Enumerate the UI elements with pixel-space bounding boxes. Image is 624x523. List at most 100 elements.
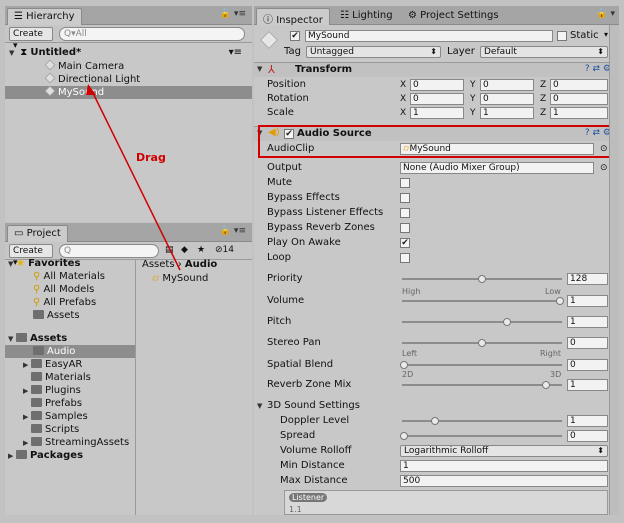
rotation-z-field[interactable]: 0 xyxy=(550,93,608,105)
collapsed-arrow-icon[interactable]: ▶ xyxy=(23,359,31,372)
volume-field[interactable]: 1 xyxy=(567,295,608,307)
static-dropdown-icon[interactable]: ▾ xyxy=(604,30,608,39)
asset-folder-scripts[interactable]: Scripts xyxy=(31,423,135,436)
asset-folder-materials[interactable]: Materials xyxy=(31,371,135,384)
transform-header[interactable]: ▼ ⅄ Transform ? ⇄ ⚙ xyxy=(254,62,619,77)
priority-field[interactable]: 128 xyxy=(567,273,608,285)
stereo-pan-slider-thumb[interactable] xyxy=(478,339,486,347)
scale-y-field[interactable]: 1 xyxy=(480,107,534,119)
create-button[interactable]: Create ▾ xyxy=(9,27,53,51)
expand-arrow-icon[interactable]: ▼ xyxy=(8,258,16,271)
hierarchy-item-main-camera[interactable]: Main Camera xyxy=(5,59,252,73)
hierarchy-item-mysound[interactable]: MySound xyxy=(5,85,252,99)
layer-dropdown[interactable]: Default ⬍ xyxy=(480,46,608,58)
hidden-packages-icon[interactable]: ⊘14 xyxy=(215,245,234,255)
favorite-item[interactable]: ⚲ All Prefabs xyxy=(33,296,135,309)
tab-inspector[interactable]: ⓘ Inspector xyxy=(256,8,330,26)
asset-folder-plugins[interactable]: ▶ Plugins xyxy=(23,384,135,397)
stereo-pan-field[interactable]: 0 xyxy=(567,337,608,349)
play-on-awake-checkbox[interactable]: ✔ xyxy=(400,238,410,248)
sound-3d-header[interactable]: ▼ 3D Sound Settings xyxy=(254,399,619,413)
min-distance-field[interactable]: 1 xyxy=(400,460,608,472)
tab-project[interactable]: ▭ Project xyxy=(7,225,68,242)
expand-arrow-icon[interactable]: ▼ xyxy=(257,399,265,413)
panel-menu-icon[interactable]: 🔒 ▾≡ xyxy=(220,9,246,19)
favorite-star-icon[interactable]: ★ xyxy=(197,245,205,255)
spread-slider-track[interactable] xyxy=(402,435,562,437)
search-input[interactable]: Q xyxy=(59,244,159,258)
breadcrumb-audio[interactable]: Audio xyxy=(185,259,217,270)
bypass-effects-checkbox[interactable] xyxy=(400,193,410,203)
static-checkbox[interactable] xyxy=(557,31,567,41)
asset-folder-prefabs[interactable]: Prefabs xyxy=(31,397,135,410)
pitch-slider-track[interactable] xyxy=(402,321,562,323)
collapsed-arrow-icon[interactable]: ▶ xyxy=(8,450,16,463)
scale-z-field[interactable]: 1 xyxy=(550,107,608,119)
reverb-zone-mix-field[interactable]: 1 xyxy=(567,379,608,391)
object-picker-icon[interactable]: ⊙ xyxy=(600,161,608,175)
reverb-zone-mix-slider-track[interactable] xyxy=(402,384,562,386)
mute-checkbox[interactable] xyxy=(400,178,410,188)
rolloff-graph[interactable]: Listener 1.1 xyxy=(284,490,608,515)
loop-checkbox[interactable] xyxy=(400,253,410,263)
rotation-x-field[interactable]: 0 xyxy=(410,93,464,105)
spatial-blend-field[interactable]: 0 xyxy=(567,359,608,371)
collapsed-arrow-icon[interactable]: ▶ xyxy=(23,411,31,424)
assets-root-row[interactable]: ▼ Assets xyxy=(8,332,135,345)
position-x-field[interactable]: 0 xyxy=(410,79,464,91)
scene-menu-icon[interactable]: ▾≡ xyxy=(229,46,242,59)
spread-field[interactable]: 0 xyxy=(567,430,608,442)
rotation-y-field[interactable]: 0 xyxy=(480,93,534,105)
position-z-field[interactable]: 0 xyxy=(550,79,608,91)
doppler-slider-thumb[interactable] xyxy=(431,417,440,425)
active-checkbox[interactable]: ✔ xyxy=(290,31,300,41)
doppler-field[interactable]: 1 xyxy=(567,415,608,427)
hierarchy-item-directional-light[interactable]: Directional Light xyxy=(5,72,252,86)
reverb-zone-mix-slider-thumb[interactable] xyxy=(541,381,550,389)
asset-folder-easyar[interactable]: ▶ EasyAR xyxy=(23,358,135,371)
volume-rolloff-dropdown[interactable]: Logarithmic Rolloff ⬍ xyxy=(400,445,608,457)
spatial-blend-slider-thumb[interactable] xyxy=(400,361,408,369)
volume-slider-track[interactable] xyxy=(402,300,562,302)
component-menu-icons[interactable]: ? ⇄ ⚙ xyxy=(585,64,611,74)
spatial-blend-slider-track[interactable] xyxy=(402,364,562,366)
panel-menu-icon[interactable]: 🔒 ▾ xyxy=(596,9,615,19)
pitch-slider-thumb[interactable] xyxy=(502,318,511,326)
max-distance-field[interactable]: 500 xyxy=(400,475,608,487)
object-name-field[interactable]: MySound xyxy=(305,30,553,42)
panel-menu-icon[interactable]: 🔒 ▾≡ xyxy=(220,226,246,236)
position-y-field[interactable]: 0 xyxy=(480,79,534,91)
favorite-item[interactable]: ⚲ All Models xyxy=(33,283,135,296)
priority-slider-thumb[interactable] xyxy=(478,275,486,283)
bypass-reverb-zones-checkbox[interactable] xyxy=(400,223,410,233)
tab-project-settings[interactable]: ⚙ Project Settings xyxy=(402,8,505,25)
filter-label-icon[interactable]: ◆ xyxy=(181,245,188,255)
asset-file-mysound[interactable]: ⌭ MySound xyxy=(152,272,252,285)
collapsed-arrow-icon[interactable]: ▶ xyxy=(23,385,31,398)
inspector-scrollbar[interactable] xyxy=(609,25,619,515)
packages-root-row[interactable]: ▶ Packages xyxy=(8,449,135,462)
asset-folder-audio[interactable]: Audio xyxy=(5,345,135,358)
search-input[interactable]: Q▾All xyxy=(59,27,245,41)
filter-type-icon[interactable]: ▤ xyxy=(165,245,174,255)
scene-row[interactable]: ▼ ⧗ Untitled* ▾≡ xyxy=(9,46,252,59)
scale-x-field[interactable]: 1 xyxy=(410,107,464,119)
spread-slider-thumb[interactable] xyxy=(400,432,408,440)
doppler-slider-track[interactable] xyxy=(402,420,562,422)
expand-arrow-icon[interactable]: ▼ xyxy=(9,47,17,60)
favorite-item[interactable]: Assets xyxy=(33,309,135,322)
breadcrumb-assets[interactable]: Assets xyxy=(142,259,175,270)
output-field[interactable]: None (Audio Mixer Group) xyxy=(400,162,594,174)
tab-lighting[interactable]: ☷ Lighting xyxy=(334,8,399,25)
bypass-listener-effects-checkbox[interactable] xyxy=(400,208,410,218)
asset-folder-streamingassets[interactable]: ▶ StreamingAssets xyxy=(23,436,135,449)
favorite-item[interactable]: ⚲ All Materials xyxy=(33,270,135,283)
tag-dropdown[interactable]: Untagged ⬍ xyxy=(306,46,441,58)
tab-hierarchy[interactable]: ☰ Hierarchy xyxy=(7,8,82,25)
favorites-row[interactable]: ▼ ★ Favorites xyxy=(8,257,135,270)
create-button[interactable]: Create ▾ xyxy=(9,244,53,268)
asset-folder-samples[interactable]: ▶ Samples xyxy=(23,410,135,423)
pitch-field[interactable]: 1 xyxy=(567,316,608,328)
volume-slider-thumb[interactable] xyxy=(556,297,564,305)
expand-arrow-icon[interactable]: ▼ xyxy=(257,65,265,73)
